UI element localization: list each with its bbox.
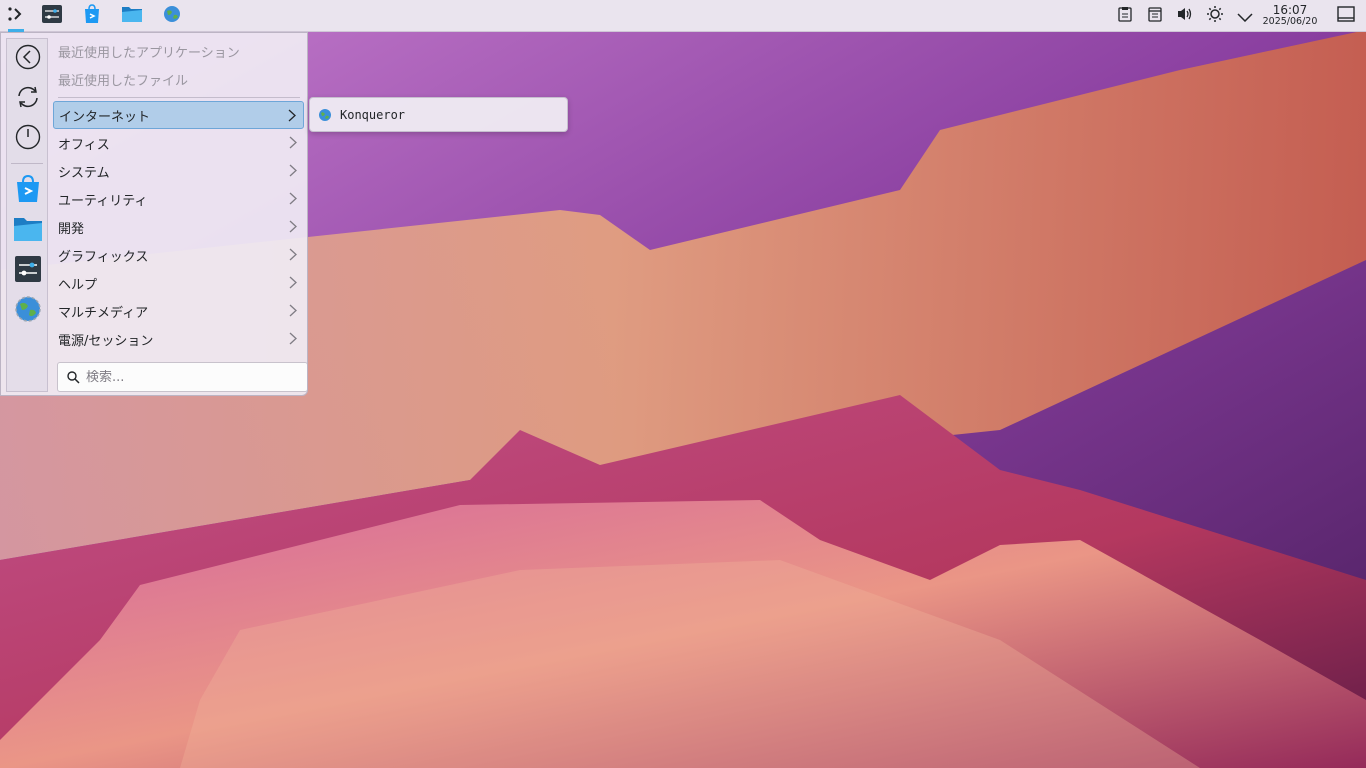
category-internet[interactable]: インターネット [53, 101, 304, 129]
power-icon [15, 124, 41, 154]
category-multimedia[interactable]: マルチメディア [53, 297, 304, 325]
favorites-divider [11, 163, 43, 164]
folder-icon [13, 216, 43, 246]
category-office[interactable]: オフィス [53, 129, 304, 157]
submenu-item-konqueror[interactable]: Konqueror [318, 105, 405, 125]
task-discover[interactable] [72, 0, 112, 32]
category-label: システム [58, 165, 110, 181]
chevron-right-icon [289, 164, 297, 181]
system-tray: 16:07 2025/06/20 [1110, 0, 1366, 32]
brightness-tray-button[interactable] [1200, 0, 1230, 32]
recent-applications[interactable]: 最近使用したアプリケーション [58, 42, 240, 61]
volume-tray-button[interactable] [1170, 0, 1200, 32]
show-desktop-button[interactable] [1326, 0, 1366, 32]
discover-icon [14, 174, 42, 207]
tray-expand-button[interactable] [1230, 0, 1260, 32]
search-box[interactable] [57, 362, 307, 392]
category-label: 開発 [58, 221, 85, 237]
back-arrow-icon [15, 44, 41, 74]
clipboard-tray-button[interactable] [1110, 0, 1140, 32]
discover-icon [82, 4, 102, 28]
category-label: インターネット [59, 109, 151, 125]
folder-icon [121, 5, 143, 27]
globe-icon [318, 108, 332, 122]
chevron-right-icon [289, 276, 297, 293]
favorite-system-settings[interactable] [7, 253, 49, 289]
chevron-right-icon [289, 304, 297, 321]
chevron-right-icon [289, 220, 297, 237]
chevron-down-icon [1237, 7, 1253, 26]
favorite-dolphin[interactable] [7, 213, 49, 249]
category-label: オフィス [58, 137, 110, 153]
recent-files[interactable]: 最近使用したファイル [58, 70, 188, 89]
chevron-right-icon [288, 109, 296, 126]
task-system-settings[interactable] [32, 0, 72, 32]
submenu-item-label: Konqueror [340, 108, 406, 122]
category-label: ユーティリティ [58, 193, 148, 209]
application-menu: 最近使用したアプリケーション 最近使用したファイル インターネット オフィス シ… [0, 32, 308, 396]
category-label: ヘルプ [58, 277, 98, 293]
application-launcher-button[interactable] [0, 0, 32, 32]
clock-time: 16:07 [1272, 3, 1308, 17]
globe-icon [163, 5, 181, 27]
category-development[interactable]: 開発 [53, 213, 304, 241]
notes-tray-button[interactable] [1140, 0, 1170, 32]
brightness-icon [1206, 5, 1224, 27]
digital-clock[interactable]: 16:07 2025/06/20 [1260, 3, 1320, 27]
category-label: マルチメディア [58, 305, 149, 321]
refresh-icon [15, 84, 41, 114]
chevron-right-icon [289, 332, 297, 349]
task-dolphin[interactable] [112, 0, 152, 32]
top-panel: 16:07 2025/06/20 [0, 0, 1366, 32]
notes-icon [1147, 6, 1163, 26]
reload-button[interactable] [7, 81, 49, 117]
category-power-session[interactable]: 電源/セッション [53, 325, 304, 353]
search-input[interactable] [86, 369, 286, 385]
clock-date: 2025/06/20 [1262, 16, 1318, 27]
globe-icon [14, 295, 42, 327]
back-button[interactable] [7, 41, 49, 77]
category-label: 電源/セッション [58, 333, 154, 349]
system-settings-icon [14, 255, 42, 287]
internet-submenu: Konqueror [309, 97, 568, 132]
category-system[interactable]: システム [53, 157, 304, 185]
category-help[interactable]: ヘルプ [53, 269, 304, 297]
clipboard-icon [1117, 6, 1133, 26]
kde-launcher-icon [7, 5, 25, 27]
favorites-column [6, 38, 48, 392]
category-label: グラフィックス [58, 249, 149, 265]
category-utilities[interactable]: ユーティリティ [53, 185, 304, 213]
power-button[interactable] [7, 121, 49, 157]
chevron-right-icon [289, 136, 297, 153]
favorite-konqueror[interactable] [7, 293, 49, 329]
menu-divider [58, 97, 300, 98]
task-konqueror[interactable] [152, 0, 192, 32]
search-icon [67, 370, 80, 384]
panel-launchers [0, 0, 192, 32]
chevron-right-icon [289, 248, 297, 265]
category-graphics[interactable]: グラフィックス [53, 241, 304, 269]
speaker-icon [1176, 6, 1194, 26]
system-settings-icon [41, 4, 63, 28]
chevron-right-icon [289, 192, 297, 209]
show-desktop-icon [1337, 6, 1355, 26]
favorite-discover[interactable] [7, 173, 49, 209]
